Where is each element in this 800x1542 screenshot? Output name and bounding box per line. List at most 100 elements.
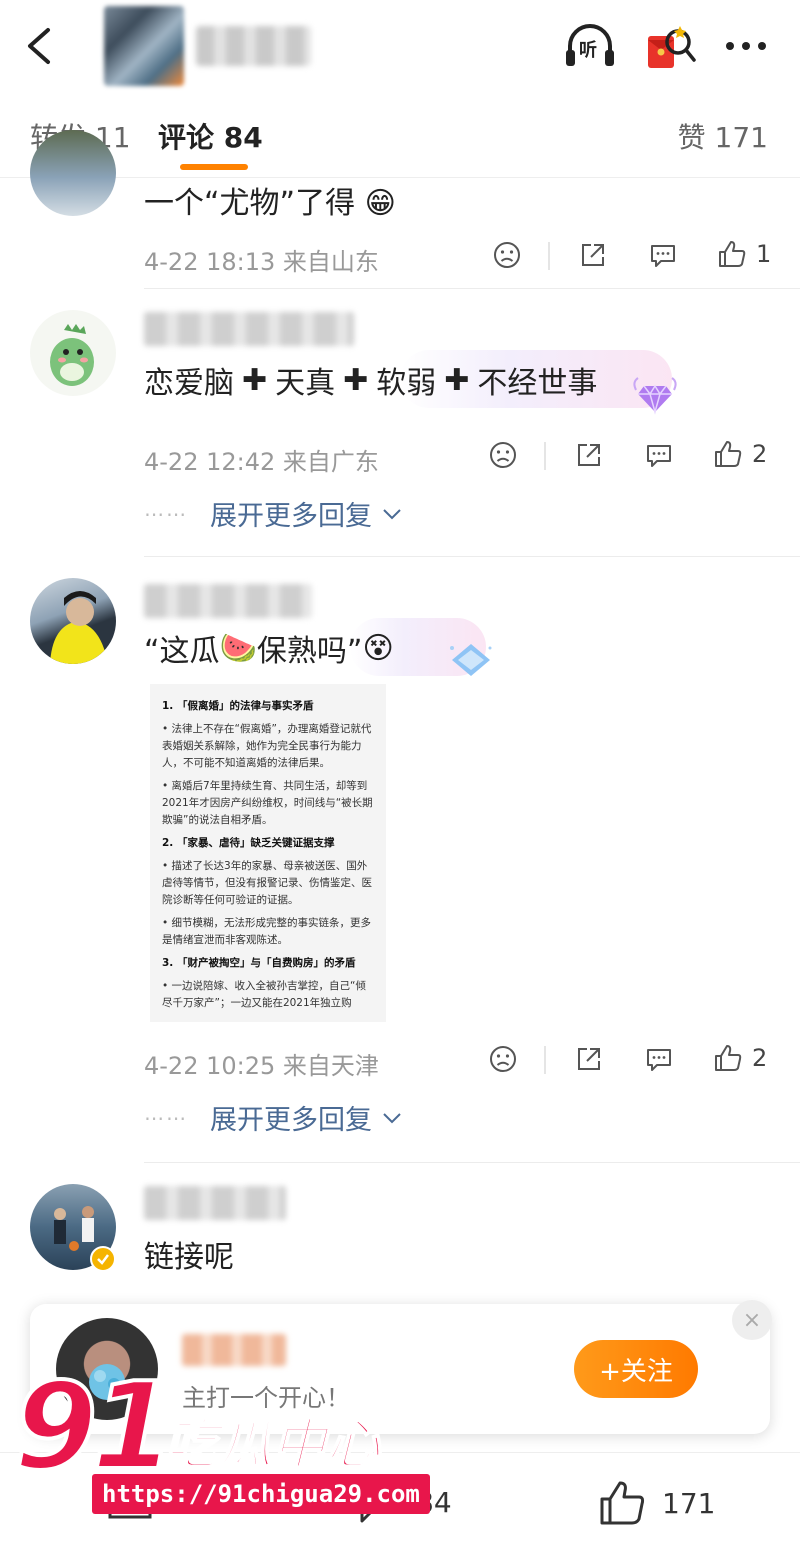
dinosaur-avatar-icon (50, 324, 94, 386)
close-button[interactable]: × (732, 1300, 772, 1340)
comment-meta: 4-22 18:13 来自山东 (144, 248, 379, 276)
more-icon (726, 42, 766, 50)
comment-text: 链接呢 (144, 1240, 234, 1275)
author-name[interactable] (196, 26, 311, 66)
back-button[interactable] (20, 22, 60, 70)
comment-text-body: 一个“尤物”了得 (144, 186, 356, 221)
chevron-down-icon (383, 508, 401, 519)
author-avatar[interactable] (104, 6, 184, 86)
separator (544, 442, 546, 470)
dots-icon: ⋯⋯ (144, 501, 188, 526)
tab-bar: 转发 11 评论 84 赞 171 (0, 92, 800, 178)
dizzy-emoji-icon: 😵 (362, 630, 394, 666)
follow-button[interactable]: +关注 (574, 1340, 698, 1398)
comment-text-part: 软弱 (376, 366, 437, 401)
like-count: 1 (756, 240, 772, 268)
comment-text-part: 恋爱脑 (144, 366, 234, 401)
expand-replies-link[interactable]: ⋯⋯ 展开更多回复 (144, 1098, 404, 1137)
like-button[interactable]: 1 (716, 238, 771, 270)
reply-button[interactable] (644, 440, 674, 470)
top-bar: 听 (0, 0, 800, 92)
dots-icon: ⋯⋯ (144, 1105, 188, 1130)
divider (144, 288, 800, 289)
share-icon (582, 244, 604, 266)
repost-button[interactable] (574, 440, 604, 470)
comment-text: “这瓜 🍉 保熟吗” 😵 (144, 626, 394, 670)
comment-text: 一个“尤物”了得 😁 (144, 178, 396, 222)
chevron-down-icon (383, 1112, 401, 1123)
image-bullet: 细节模糊，无法形成完整的事实链条，更多是情绪宣泄而非客观陈述。 (162, 915, 376, 949)
plus-icon: ✚ (343, 362, 369, 398)
red-envelope-icon (648, 26, 696, 68)
repost-button[interactable] (574, 1044, 604, 1074)
separator (544, 1046, 546, 1074)
comment-text-part: 保熟吗” (256, 634, 363, 669)
reply-button[interactable] (644, 1044, 674, 1074)
dislike-button[interactable] (488, 440, 518, 470)
reply-button[interactable] (648, 240, 678, 270)
diamond-badge-icon (450, 644, 492, 676)
commenter-name[interactable] (144, 1186, 286, 1220)
like-count: 2 (752, 440, 768, 468)
comment-image[interactable]: 1. 「假离婚」的法律与事实矛盾 法律上不存在“假离婚”，办理离婚登记就代表婚姻… (150, 684, 386, 1022)
dislike-button[interactable] (492, 240, 522, 270)
comment-text-part: 不经世事 (477, 366, 598, 401)
expand-replies-label: 展开更多回复 (210, 1105, 372, 1136)
tab-likes[interactable]: 赞 171 (678, 116, 768, 156)
thumbs-up-icon (600, 1481, 645, 1525)
more-button[interactable] (718, 20, 774, 72)
active-tab-indicator (180, 164, 248, 170)
thumbs-up-icon (715, 441, 742, 467)
image-heading: 1. 「假离婚」的法律与事实矛盾 (162, 700, 314, 712)
image-heading: 3. 「财产被掏空」与「自费购房」的矛盾 (162, 957, 356, 969)
avatar[interactable] (30, 130, 116, 216)
plus-icon: ✚ (444, 362, 470, 398)
watermark-url: https://91chigua29.com (92, 1474, 430, 1514)
comment-meta: 4-22 10:25 来自天津 (144, 1052, 379, 1080)
like-button[interactable]: 2 (712, 1042, 767, 1074)
share-icon (578, 1048, 600, 1070)
thumbs-up-icon (719, 241, 746, 267)
red-envelope-button[interactable] (642, 20, 698, 72)
share-icon (578, 444, 600, 466)
frown-face-icon (494, 242, 520, 268)
comment-text: 恋爱脑 ✚ 天真 ✚ 软弱 ✚ 不经世事 (144, 358, 597, 402)
like-button[interactable]: 2 (712, 438, 767, 470)
comment-bubble-icon (647, 1049, 671, 1071)
thumbs-up-icon (715, 1045, 742, 1071)
comment-meta: 4-22 12:42 来自广东 (144, 448, 379, 476)
divider (144, 1162, 800, 1163)
image-bullet: 一边说陪嫁、收入全被孙吉掌控，自己“倾尽千万家产”；一边又能在2021年独立购 (162, 978, 376, 1012)
like-count: 171 (662, 1486, 716, 1520)
like-bottom-button[interactable]: 171 (596, 1477, 715, 1529)
chevron-left-icon (28, 28, 50, 64)
repost-button[interactable] (578, 240, 608, 270)
listen-button[interactable]: 听 (562, 20, 618, 72)
image-bullet: 离婚后7年里持续生育、共同生活，却等到2021年才因房产纠纷维权，时间线与“被长… (162, 778, 376, 829)
comment-bubble-icon (651, 245, 675, 267)
listen-label: 听 (579, 40, 597, 61)
image-bullet: 法律上不存在“假离婚”，办理离婚登记就代表婚姻关系解除，她作为完全民事行为能力人… (162, 721, 376, 772)
expand-replies-link[interactable]: ⋯⋯ 展开更多回复 (144, 494, 404, 533)
diamond-badge-icon (633, 377, 677, 415)
avatar[interactable] (30, 310, 116, 396)
divider (144, 556, 800, 557)
commenter-name[interactable] (144, 312, 354, 346)
verified-badge-icon (90, 1246, 116, 1272)
comment-bubble-icon (647, 445, 671, 467)
image-heading: 2. 「家暴、虐待」缺乏关键证据支撑 (162, 837, 335, 849)
like-count: 2 (752, 1044, 768, 1072)
separator (548, 242, 550, 270)
frown-face-icon (490, 1046, 516, 1072)
person-avatar-icon (50, 591, 108, 664)
grin-emoji-icon: 😁 (364, 186, 396, 221)
plus-icon: ✚ (242, 362, 268, 398)
watermark-brand: 吃瓜中心 (163, 1412, 381, 1477)
commenter-name[interactable] (144, 584, 312, 618)
dislike-button[interactable] (488, 1044, 518, 1074)
image-bullet: 描述了长达3年的家暴、母亲被送医、国外虐待等情节，但没有报警记录、伤情鉴定、医院… (162, 858, 376, 909)
frown-face-icon (490, 442, 516, 468)
comment-text-part: “这瓜 (144, 634, 220, 669)
tab-comments[interactable]: 评论 84 (158, 116, 263, 156)
avatar[interactable] (30, 578, 116, 664)
